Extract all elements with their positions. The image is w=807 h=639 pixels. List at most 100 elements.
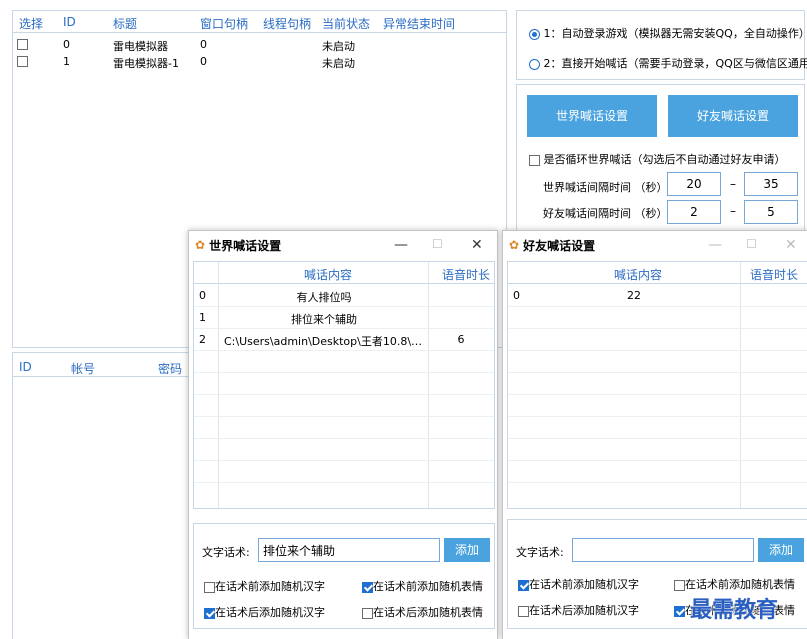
prefix-random-emoji-label: 在话术前添加随机表情 (373, 580, 483, 593)
radio-icon[interactable] (529, 58, 540, 70)
mode-radio-direct-shout[interactable]: 2：直接开始喊话（需要手动登录，QQ区与微信区通用） (529, 55, 807, 71)
row-checkbox[interactable] (17, 56, 28, 67)
close-icon[interactable]: ✕ (471, 237, 483, 253)
world-interval-min-input[interactable]: 20 (667, 172, 721, 196)
checkbox-icon[interactable] (529, 154, 540, 166)
minimize-icon[interactable]: — (394, 237, 408, 253)
add-button[interactable]: 添加 (444, 538, 490, 562)
maximize-icon[interactable]: ☐ (432, 237, 443, 251)
friend-shout-dialog: ✿ 好友喊话设置 — ☐ ✕ 喊话内容 语音时长 0 22 文字话术: 添加 在… (502, 230, 807, 639)
row-index: 2 (199, 333, 206, 346)
row-divider (194, 350, 494, 351)
checkbox-icon[interactable] (362, 607, 373, 619)
row-divider (508, 372, 807, 373)
friend-shout-settings-button[interactable]: 好友喊话设置 (668, 95, 798, 137)
col-id[interactable]: ID (63, 15, 76, 29)
checkbox-icon[interactable] (518, 579, 529, 591)
list-item[interactable]: 0 22 (508, 284, 807, 306)
friend-interval-min-input[interactable]: 2 (667, 200, 721, 224)
row-title: 雷电模拟器-1 (113, 57, 179, 70)
row-content: C:\Users\admin\Desktop\王者10.8\语... (224, 335, 426, 348)
text-script-input[interactable] (572, 538, 754, 562)
col-voice-duration[interactable]: 语音时长 (750, 266, 798, 283)
world-dialog-title: 世界喊话设置 (209, 238, 282, 253)
world-shout-settings-button[interactable]: 世界喊话设置 (527, 95, 657, 137)
row-divider (508, 306, 807, 307)
checkbox-icon[interactable] (204, 581, 215, 593)
prefix-random-emoji-checkbox[interactable]: 在话术前添加随机表情 (362, 578, 483, 594)
prefix-random-emoji-label: 在话术前添加随机表情 (685, 578, 795, 591)
row-checkbox[interactable] (17, 39, 28, 50)
checkbox-icon[interactable] (362, 581, 373, 593)
col-exception-time[interactable]: 异常结束时间 (383, 15, 455, 32)
row-divider (508, 482, 807, 483)
list-item[interactable]: 2 C:\Users\admin\Desktop\王者10.8\语... 6 (194, 328, 494, 350)
row-content: 排位来个辅助 (291, 313, 357, 326)
col-select[interactable]: 选择 (19, 15, 43, 32)
row-divider (194, 438, 494, 439)
row-divider (194, 482, 494, 483)
friend-interval-dash: – (730, 204, 736, 218)
col-title[interactable]: 标题 (113, 15, 137, 32)
watermark: 最需教育 (690, 597, 779, 623)
minimize-icon[interactable]: — (708, 237, 722, 253)
prefix-random-char-label: 在话术前添加随机汉字 (215, 580, 325, 593)
table-row[interactable]: 1 雷电模拟器-1 0 未启动 (13, 54, 506, 70)
world-shout-table: 喊话内容 语音时长 0 有人排位吗 1 排位来个辅助 2 C:\Users\ad… (193, 261, 495, 509)
col-account-id[interactable]: ID (19, 360, 32, 374)
row-divider (194, 416, 494, 417)
suffix-random-char-checkbox[interactable]: 在话术后添加随机汉字 (204, 604, 325, 620)
col-window-handle[interactable]: 窗口句柄 (200, 15, 248, 32)
world-table-header: 喊话内容 语音时长 (194, 262, 494, 284)
row-divider (194, 460, 494, 461)
radio-icon[interactable] (529, 28, 540, 40)
checkbox-icon[interactable] (674, 605, 685, 617)
loop-world-shout-label: 是否循环世界喊话（勾选后不自动通过好友申请） (543, 153, 786, 166)
app-logo-icon: ✿ (509, 238, 520, 252)
app-logo-icon: ✿ (195, 238, 206, 252)
world-dialog-titlebar[interactable]: ✿ 世界喊话设置 (189, 231, 497, 259)
col-status[interactable]: 当前状态 (322, 15, 370, 32)
col-voice-duration[interactable]: 语音时长 (442, 266, 490, 283)
checkbox-icon[interactable] (674, 579, 685, 591)
col-thread-handle[interactable]: 线程句柄 (263, 15, 311, 32)
mode-radio-auto-login[interactable]: 1：自动登录游戏（模拟器无需安装QQ，全自动操作） (529, 25, 807, 41)
friend-interval-max-input[interactable]: 5 (744, 200, 798, 224)
col-shout-content[interactable]: 喊话内容 (304, 266, 352, 283)
list-item[interactable]: 0 有人排位吗 (194, 284, 494, 306)
world-interval-max-input[interactable]: 35 (744, 172, 798, 196)
checkbox-icon[interactable] (204, 607, 215, 619)
prefix-random-emoji-checkbox[interactable]: 在话术前添加随机表情 (674, 576, 795, 592)
suffix-random-char-checkbox[interactable]: 在话术后添加随机汉字 (518, 602, 639, 618)
row-status: 未启动 (322, 57, 355, 70)
checkbox-icon[interactable] (518, 605, 529, 617)
friend-dialog-title: 好友喊话设置 (523, 238, 596, 253)
friend-table-header: 喊话内容 语音时长 (508, 262, 807, 284)
col-account[interactable]: 帐号 (71, 360, 95, 377)
loop-world-shout-checkbox[interactable]: 是否循环世界喊话（勾选后不自动通过好友申请） (529, 151, 786, 167)
suffix-random-emoji-checkbox[interactable]: 在话术后添加随机表情 (362, 604, 483, 620)
add-button[interactable]: 添加 (758, 538, 804, 562)
account-table: ID 帐号 密码 (12, 352, 194, 639)
prefix-random-char-checkbox[interactable]: 在话术前添加随机汉字 (518, 576, 639, 592)
friend-interval-label: 好友喊话间隔时间 （秒） (543, 207, 668, 220)
col-shout-content[interactable]: 喊话内容 (614, 266, 662, 283)
friend-dialog-titlebar[interactable]: ✿ 好友喊话设置 (503, 231, 807, 259)
close-icon[interactable]: ✕ (785, 237, 797, 253)
list-item[interactable]: 1 排位来个辅助 (194, 306, 494, 328)
prefix-random-char-checkbox[interactable]: 在话术前添加随机汉字 (204, 578, 325, 594)
text-script-label: 文字话术: (202, 546, 250, 559)
process-table-header: 选择 ID 标题 窗口句柄 线程句柄 当前状态 异常结束时间 (13, 11, 506, 33)
row-title: 雷电模拟器 (113, 40, 168, 53)
maximize-icon[interactable]: ☐ (746, 237, 757, 251)
row-window-handle: 0 (200, 55, 207, 68)
row-index: 0 (199, 289, 206, 302)
col-password[interactable]: 密码 (158, 360, 182, 377)
table-row[interactable]: 0 雷电模拟器 0 未启动 (13, 37, 506, 53)
row-content: 有人排位吗 (296, 291, 352, 304)
account-table-header: ID 帐号 密码 (13, 353, 193, 377)
text-script-input[interactable]: 排位来个辅助 (258, 538, 440, 562)
friend-shout-table: 喊话内容 语音时长 0 22 (507, 261, 807, 509)
row-duration: 6 (457, 333, 465, 346)
suffix-random-char-label: 在话术后添加随机汉字 (215, 606, 325, 619)
